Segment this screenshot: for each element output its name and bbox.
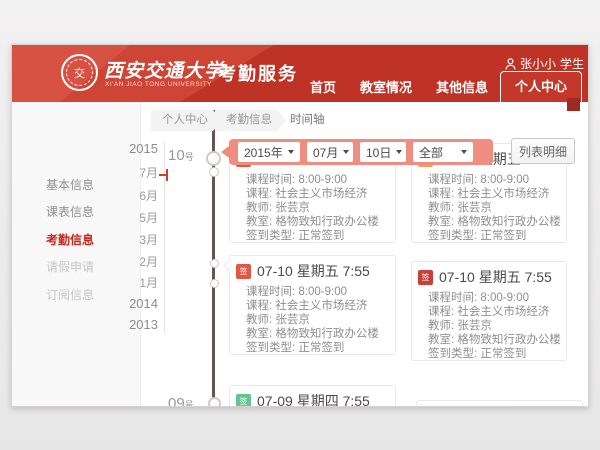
scale-axis-line xyxy=(164,141,165,333)
breadcrumb-personal-center[interactable]: 个人中心 xyxy=(151,110,222,131)
user-role: 学生 xyxy=(560,55,584,72)
app-title: 考勤服务 xyxy=(218,60,298,86)
university-logo-emblem: 交 xyxy=(66,59,93,86)
timeline-dot xyxy=(209,167,219,177)
chevron-down-icon xyxy=(343,150,349,154)
attendance-app-window: 交 西安交通大学 XI'AN JIAO TONG UNIVERSITY 考勤服务… xyxy=(11,44,589,407)
card-line: 课程时间: 8:00-9:00 xyxy=(428,291,558,305)
timeline-dot xyxy=(210,279,219,288)
attendance-card[interactable]: 签 07-10 星期五 7:55 课程时间: 8:00-9:00 课程: 社会主… xyxy=(229,255,396,355)
filter-bar-tail xyxy=(221,146,229,158)
seal-icon: 签 xyxy=(236,264,251,279)
seal-icon: 签 xyxy=(236,394,251,408)
day-number: 10 xyxy=(168,147,185,164)
card-line: 教师: 张芸京 xyxy=(428,319,558,333)
card-title: 07-09 星期四 7:55 xyxy=(257,391,370,407)
header-corner-decor xyxy=(567,98,580,111)
sidebar: 基本信息 课表信息 考勤信息 请假申请 订阅信息 xyxy=(12,102,141,407)
card-line: 教师: 张芸京 xyxy=(428,201,558,215)
user-name: 张小小 xyxy=(520,55,556,72)
card-line: 签到类型: 正常签到 xyxy=(428,229,558,243)
scale-month-jul[interactable]: 7月 xyxy=(139,164,158,181)
attendance-card-clipped[interactable] xyxy=(416,400,583,407)
card-title: 07-10 星期五 7:55 xyxy=(439,267,552,287)
nav-classrooms[interactable]: 教室情况 xyxy=(348,73,424,102)
card-line: 教室: 格物致知行政办公楼 xyxy=(428,333,558,347)
type-select-value: 全部 xyxy=(419,144,443,161)
scale-year-2013[interactable]: 2013 xyxy=(129,317,158,332)
type-select[interactable]: 全部 xyxy=(413,142,473,162)
nav-home[interactable]: 首页 xyxy=(298,73,348,102)
university-name-cn: 西安交通大学 xyxy=(104,56,224,83)
attendance-card[interactable]: 签 07-09 星期四 7:55 xyxy=(229,385,396,407)
day-label-10: 10号 xyxy=(168,147,208,165)
sidebar-item-schedule-info[interactable]: 课表信息 xyxy=(46,203,94,220)
scale-month-jan[interactable]: 1月 xyxy=(139,274,158,291)
desktop-background: 交 西安交通大学 XI'AN JIAO TONG UNIVERSITY 考勤服务… xyxy=(0,0,600,450)
timeline-dot xyxy=(210,259,219,268)
card-line: 课程时间: 8:00-9:00 xyxy=(246,285,387,299)
card-line: 教室: 格物致知行政办公楼 xyxy=(428,215,558,229)
scale-month-may[interactable]: 5月 xyxy=(139,209,158,226)
user-menu[interactable]: 张小小 学生 xyxy=(505,55,584,72)
person-icon xyxy=(505,58,516,70)
year-select[interactable]: 2015年 xyxy=(238,142,300,162)
university-name-en: XI'AN JIAO TONG UNIVERSITY xyxy=(105,81,212,88)
card-line: 签到类型: 正常签到 xyxy=(246,341,387,355)
day-label-09: 09号 xyxy=(168,395,208,407)
chevron-down-icon xyxy=(288,150,294,154)
card-line: 课程: 社会主义市场经济 xyxy=(428,187,558,201)
card-line: 教师: 张芸京 xyxy=(246,201,387,215)
card-line: 课程: 社会主义市场经济 xyxy=(246,187,387,201)
list-detail-button[interactable]: 列表明细 xyxy=(511,138,575,164)
card-line: 课程: 社会主义市场经济 xyxy=(246,299,387,313)
chevron-down-icon xyxy=(461,150,467,154)
nav-other-info[interactable]: 其他信息 xyxy=(424,73,500,102)
sidebar-item-attendance-info[interactable]: 考勤信息 xyxy=(46,231,94,248)
card-line: 课程: 社会主义市场经济 xyxy=(428,305,558,319)
year-select-value: 2015年 xyxy=(244,144,283,161)
sidebar-item-leave-request[interactable]: 请假申请 xyxy=(46,258,94,275)
app-header: 交 西安交通大学 XI'AN JIAO TONG UNIVERSITY 考勤服务… xyxy=(12,45,589,102)
filter-bar: 2015年 07月 10日 全部 xyxy=(229,139,493,165)
card-line: 课程时间: 8:00-9:00 xyxy=(246,173,387,187)
card-line: 签到类型: 正常签到 xyxy=(246,229,387,243)
day-unit: 号 xyxy=(185,152,194,162)
university-logo: 交 xyxy=(61,54,98,91)
breadcrumb-attendance-info[interactable]: 考勤信息 xyxy=(215,110,286,131)
scale-year-2015[interactable]: 2015 xyxy=(129,141,158,156)
seal-icon: 签 xyxy=(418,270,433,285)
card-line: 教室: 格物致知行政办公楼 xyxy=(246,215,387,229)
scale-month-feb[interactable]: 2月 xyxy=(139,253,158,270)
day-number: 09 xyxy=(168,395,185,407)
card-line: 教师: 张芸京 xyxy=(246,313,387,327)
chevron-down-icon xyxy=(396,150,402,154)
day-unit: 号 xyxy=(185,400,194,407)
card-line: 课程时间: 8:00-9:00 xyxy=(428,173,558,187)
timeline-dot-large xyxy=(208,397,221,407)
main-nav: 首页 教室情况 其他信息 个人中心 xyxy=(298,78,582,102)
month-select-value: 07月 xyxy=(313,144,338,161)
attendance-card[interactable]: 签 07-10 星期五 7:55 课程时间: 8:00-9:00 课程: 社会主… xyxy=(411,261,567,361)
current-month-marker-bar xyxy=(166,169,168,181)
day-select-value: 10日 xyxy=(366,144,391,161)
card-title: 07-10 星期五 7:55 xyxy=(257,261,370,281)
scale-month-mar[interactable]: 3月 xyxy=(139,231,158,248)
scale-year-2014[interactable]: 2014 xyxy=(129,296,158,311)
timeline-dot-large xyxy=(206,151,221,166)
sidebar-item-basic-info[interactable]: 基本信息 xyxy=(46,176,94,193)
breadcrumb-timeline[interactable]: 时间轴 xyxy=(279,110,339,131)
scale-month-jun[interactable]: 6月 xyxy=(139,187,158,204)
day-select[interactable]: 10日 xyxy=(360,142,406,162)
month-select[interactable]: 07月 xyxy=(307,142,353,162)
card-line: 教室: 格物致知行政办公楼 xyxy=(246,327,387,341)
sidebar-item-subscription-info[interactable]: 订阅信息 xyxy=(46,286,94,303)
card-line: 签到类型: 正常签到 xyxy=(428,347,558,361)
